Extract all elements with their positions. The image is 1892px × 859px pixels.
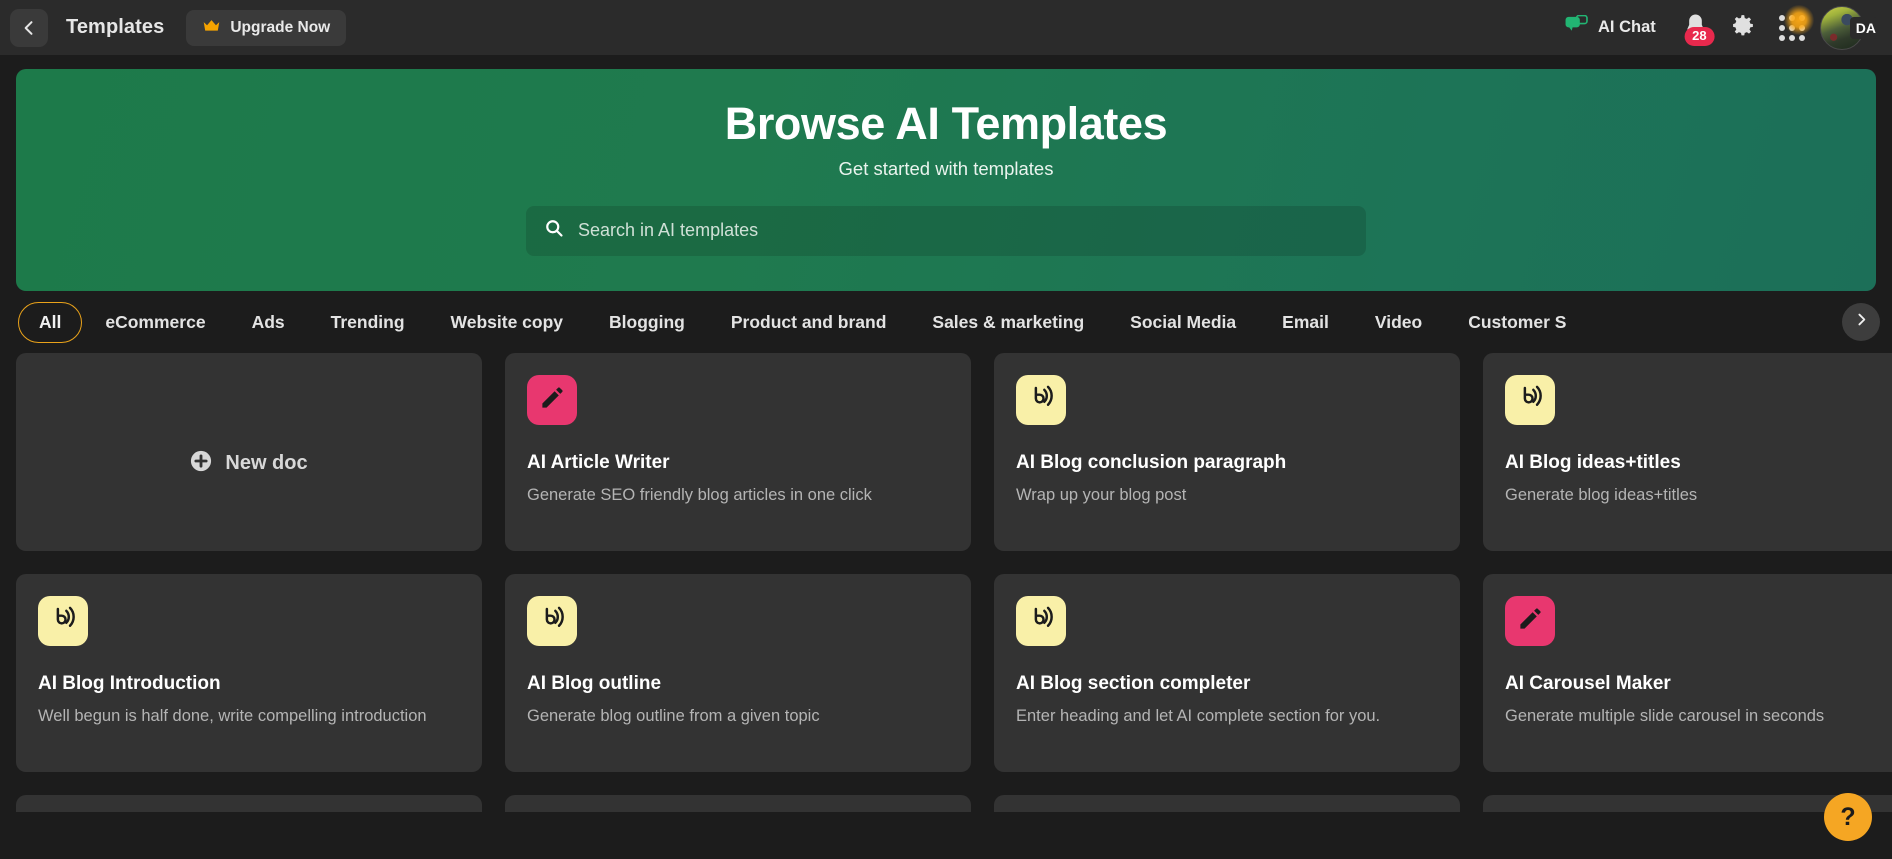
template-card[interactable]: AI Blog section completer Enter heading … xyxy=(994,574,1460,772)
search-icon xyxy=(544,218,564,243)
new-doc-label: New doc xyxy=(225,451,308,474)
hero-subtitle: Get started with templates xyxy=(838,157,1054,179)
ai-chat-label: AI Chat xyxy=(1598,18,1656,36)
tab-email[interactable]: Email xyxy=(1259,302,1352,343)
search-bar[interactable] xyxy=(526,205,1366,256)
category-tabs: All eCommerce Ads Trending Website copy … xyxy=(0,291,1892,353)
template-card[interactable] xyxy=(16,795,482,812)
templates-grid: New doc AI Article Writer Generate SEO f… xyxy=(0,353,1892,812)
blog-signal-icon xyxy=(50,605,77,637)
tab-all[interactable]: All xyxy=(18,301,83,343)
blog-signal-icon xyxy=(539,605,566,637)
template-card[interactable]: AI Blog outline Generate blog outline fr… xyxy=(505,574,971,772)
tab-customer-support[interactable]: Customer S xyxy=(1445,302,1589,343)
template-icon-tile xyxy=(1505,596,1555,646)
blog-signal-icon xyxy=(1028,605,1055,637)
template-card[interactable]: AI Carousel Maker Generate multiple slid… xyxy=(1483,574,1892,772)
template-title: AI Article Writer xyxy=(527,452,670,473)
template-card[interactable]: AI Blog ideas+titles Generate blog ideas… xyxy=(1483,353,1892,551)
upgrade-now-button[interactable]: Upgrade Now xyxy=(186,9,347,46)
upgrade-now-label: Upgrade Now xyxy=(230,18,331,36)
apps-grid-button[interactable] xyxy=(1768,4,1816,52)
plus-circle-icon xyxy=(190,450,212,477)
tab-website-copy[interactable]: Website copy xyxy=(428,302,587,343)
back-button[interactable] xyxy=(10,8,48,47)
pencil-icon xyxy=(539,384,566,416)
template-title: AI Blog section completer xyxy=(1016,673,1251,694)
template-title: AI Carousel Maker xyxy=(1505,673,1671,694)
question-mark-icon: ? xyxy=(1840,802,1856,831)
notification-count-badge: 28 xyxy=(1684,26,1715,46)
crown-icon xyxy=(202,19,221,36)
template-icon-tile xyxy=(1016,375,1066,425)
tab-video[interactable]: Video xyxy=(1352,302,1445,343)
tab-ads[interactable]: Ads xyxy=(229,302,308,343)
top-bar-actions: AI Chat 28 DA xyxy=(1549,4,1878,52)
template-description: Generate blog outline from a given topic xyxy=(527,707,820,725)
blog-signal-icon xyxy=(1517,384,1544,416)
template-title: AI Blog conclusion paragraph xyxy=(1016,452,1287,473)
template-title: AI Blog ideas+titles xyxy=(1505,452,1681,473)
avatar-initials: DA xyxy=(1849,16,1878,39)
template-card[interactable] xyxy=(505,795,971,812)
gear-icon xyxy=(1731,13,1756,43)
help-button[interactable]: ? xyxy=(1824,793,1872,841)
template-icon-tile xyxy=(1505,375,1555,425)
chevron-right-icon xyxy=(1853,311,1870,333)
template-title: AI Blog Introduction xyxy=(38,673,221,694)
template-description: Generate blog ideas+titles xyxy=(1505,486,1698,504)
page-title: Templates xyxy=(66,16,165,38)
blog-signal-icon xyxy=(1028,384,1055,416)
hero-title: Browse AI Templates xyxy=(724,98,1168,149)
tab-social-media[interactable]: Social Media xyxy=(1107,302,1259,343)
chevron-left-icon xyxy=(19,18,39,38)
template-description: Enter heading and let AI complete sectio… xyxy=(1016,707,1381,725)
template-card[interactable]: AI Blog Introduction Well begun is half … xyxy=(16,574,482,772)
apps-new-indicator xyxy=(1783,4,1814,35)
tab-product-and-brand[interactable]: Product and brand xyxy=(708,302,910,343)
template-card[interactable] xyxy=(994,795,1460,812)
settings-button[interactable] xyxy=(1720,4,1768,52)
template-icon-tile xyxy=(1016,596,1066,646)
template-icon-tile xyxy=(527,596,577,646)
template-description: Wrap up your blog post xyxy=(1016,486,1187,504)
user-menu[interactable]: DA xyxy=(1819,5,1878,50)
tab-ecommerce[interactable]: eCommerce xyxy=(82,302,228,343)
template-description: Generate multiple slide carousel in seco… xyxy=(1505,707,1825,725)
tabs-scroll-right-button[interactable] xyxy=(1842,303,1880,341)
top-bar: Templates Upgrade Now AI Chat 28 DA xyxy=(0,0,1892,55)
tab-sales-marketing[interactable]: Sales & marketing xyxy=(909,302,1107,343)
notifications-button[interactable]: 28 xyxy=(1672,4,1720,52)
chat-bubbles-icon xyxy=(1565,14,1588,40)
template-title: AI Blog outline xyxy=(527,673,662,694)
tab-blogging[interactable]: Blogging xyxy=(586,302,708,343)
template-icon-tile xyxy=(38,596,88,646)
new-doc-card[interactable]: New doc xyxy=(16,353,482,551)
template-description: Well begun is half done, write compellin… xyxy=(38,707,427,725)
hero-banner: Browse AI Templates Get started with tem… xyxy=(16,69,1876,291)
tab-trending[interactable]: Trending xyxy=(308,302,428,343)
ai-chat-button[interactable]: AI Chat xyxy=(1549,14,1672,40)
template-card[interactable]: AI Blog conclusion paragraph Wrap up you… xyxy=(994,353,1460,551)
template-card[interactable]: AI Article Writer Generate SEO friendly … xyxy=(505,353,971,551)
search-input[interactable] xyxy=(578,220,1348,241)
pencil-icon xyxy=(1517,605,1544,637)
template-description: Generate SEO friendly blog articles in o… xyxy=(527,486,872,504)
template-icon-tile xyxy=(527,375,577,425)
